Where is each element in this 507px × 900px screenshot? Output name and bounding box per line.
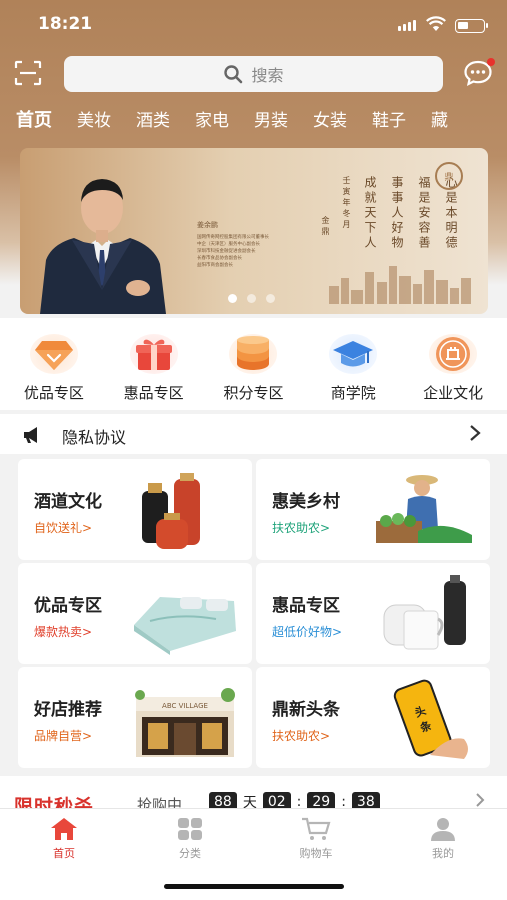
profile-icon	[431, 818, 455, 841]
battery-icon	[455, 19, 488, 33]
diamond-icon	[34, 341, 73, 370]
company-seal-icon: 鼎	[435, 162, 463, 190]
privacy-notice-text: 隐私协议	[62, 428, 127, 447]
card-deals-zone[interactable]: 惠品专区 超低价好物>	[256, 563, 490, 664]
phone-headlines-image: 头 条	[393, 679, 468, 759]
banner-dot[interactable]	[247, 294, 256, 303]
wifi-icon	[426, 16, 446, 31]
card-liquor-culture[interactable]: 酒道文化 自饮送礼>	[18, 459, 252, 560]
farmer-vegetables-image	[376, 475, 472, 543]
cart-icon	[302, 817, 331, 840]
banner-pagination	[228, 294, 275, 303]
card-premium-zone[interactable]: 优品专区 爆款热卖>	[18, 563, 252, 664]
card-recommended-stores[interactable]: 好店推荐 品牌自营> ABC VILLAGE	[18, 667, 252, 768]
flash-sale-countdown: 88 天 02 : 29 : 38	[209, 792, 380, 808]
message-button[interactable]	[463, 58, 495, 89]
banner-dot[interactable]	[266, 294, 275, 303]
quick-entry-culture[interactable]: 企业文化	[404, 318, 502, 410]
card-rural-support[interactable]: 惠美乡村 扶农助农>	[256, 459, 490, 560]
search-bar[interactable]: 搜索	[64, 56, 443, 92]
unread-dot	[487, 58, 495, 66]
category-tabs: 首页 美妆 酒类 家电 男装 女装 鞋子 藏	[16, 106, 473, 132]
category-tab-beauty[interactable]: 美妆	[77, 106, 111, 132]
bedding-image	[134, 597, 236, 655]
chevron-right-icon	[470, 425, 481, 441]
quick-entry-row: 优品专区 惠品专区 积分专区 商学院 企业文化	[0, 318, 507, 410]
banner-dot[interactable]	[228, 294, 237, 303]
flash-sale-status: 抢购中	[137, 796, 183, 808]
search-placeholder: 搜索	[251, 66, 284, 85]
appliances-image	[383, 575, 466, 650]
quick-entry-deals[interactable]: 惠品专区	[105, 318, 203, 410]
privacy-notice-bar[interactable]: 隐私协议	[0, 414, 507, 454]
quick-entry-academy[interactable]: 商学院	[304, 318, 402, 410]
category-tab-appliances[interactable]: 家电	[195, 106, 229, 132]
tab-cart[interactable]: 购物车	[276, 817, 356, 861]
cell-signal-icon	[398, 20, 416, 31]
banner-person-name: 姜余鹏	[197, 221, 218, 229]
card-headlines[interactable]: 鼎新头条 扶农助农> 头 条	[256, 667, 490, 768]
status-time: 18:21	[38, 14, 93, 34]
flash-sale-bar[interactable]: 限时秒杀 抢购中 88 天 02 : 29 : 38	[0, 776, 507, 808]
search-icon	[224, 65, 243, 84]
category-tab-collectibles[interactable]: 藏	[431, 106, 448, 132]
tab-category[interactable]: 分类	[150, 817, 230, 861]
quick-entry-points[interactable]: 积分专区	[204, 318, 302, 410]
gift-icon	[135, 339, 172, 370]
coin-stack-icon	[237, 336, 270, 370]
tab-home[interactable]: 首页	[24, 817, 104, 861]
graduation-cap-icon	[333, 341, 374, 367]
city-skyline-illustration	[329, 266, 471, 304]
megaphone-icon	[24, 427, 37, 443]
tab-profile[interactable]: 我的	[403, 817, 483, 861]
category-tab-shoes[interactable]: 鞋子	[372, 106, 406, 132]
flash-sale-title: 限时秒杀	[14, 796, 95, 808]
chairman-portrait	[40, 179, 166, 314]
status-bar: 18:21	[0, 0, 507, 50]
category-tab-menswear[interactable]: 男装	[254, 106, 288, 132]
quick-entry-premium[interactable]: 优品专区	[5, 318, 103, 410]
category-tab-home[interactable]: 首页	[16, 106, 52, 132]
home-indicator	[164, 884, 344, 889]
corporate-seal-icon	[436, 337, 471, 371]
liquor-bottles-image	[142, 473, 200, 549]
promo-banner[interactable]: 姜余鹏 国网传奇网控股集团有限公司董事长 中企（天津区）服务中心副会长 深圳市科…	[20, 148, 488, 314]
scan-icon[interactable]	[14, 60, 42, 86]
home-icon	[51, 818, 77, 840]
storefront-image: ABC VILLAGE	[135, 688, 235, 757]
category-tab-liquor[interactable]: 酒类	[136, 106, 170, 132]
category-grid-icon	[178, 818, 202, 840]
svg-text:ABC VILLAGE: ABC VILLAGE	[162, 702, 208, 710]
category-tab-womenswear[interactable]: 女装	[313, 106, 347, 132]
chevron-right-icon	[476, 793, 485, 807]
banner-person-bio: 国网传奇网控股集团有限公司董事长 中企（天津区）服务中心副会长 深圳市科技金融促…	[197, 235, 269, 268]
banner-poem: 心是本明德 福是安容善 事事人好物 成就天下人 壬寅年冬月 金鼎	[321, 176, 458, 251]
